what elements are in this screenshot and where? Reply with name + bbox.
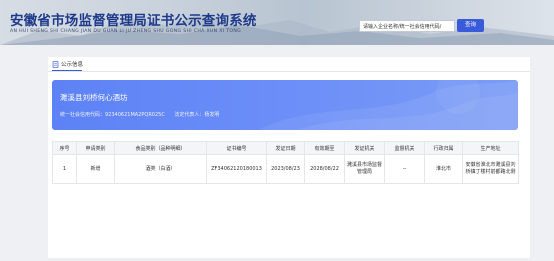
table-cell: 酒类（白酒） (114, 154, 207, 184)
table-cell: 濉溪县市场监督管理局 (344, 154, 385, 184)
table-cell: 2028/08/22 (304, 154, 345, 184)
site-title: 安徽省市场监督管理局证书公示查询系统 (10, 13, 257, 29)
tab-bar: 公示信息 (48, 57, 530, 72)
table-cell: 1 (52, 154, 77, 184)
certificate-table: 序号 申请类别 食品类别（品种明细） 证书编号 发证日期 有效期至 发证机关 监… (52, 141, 519, 184)
col-header: 行政归属 (424, 141, 463, 155)
search-button[interactable]: 查询 (457, 19, 484, 32)
header-banner: 安徽省市场监督管理局证书公示查询系统 AN HUI SHENG SHI CHAN… (0, 0, 554, 45)
banner-decoration (258, 80, 518, 130)
table-cell: 新增 (76, 154, 115, 184)
table-cell: 淮北市 (424, 154, 463, 184)
site-subtitle: AN HUI SHENG SHI CHANG JIAN DU GUAN LI J… (10, 29, 242, 34)
table-row: 1 新增 酒类（白酒） ZF34062120180013 2023/08/23 … (52, 154, 519, 184)
tab-active-indicator (52, 70, 82, 71)
credit-code: 统一社会信用代码：92340621MA2PQR025C (60, 112, 165, 118)
result-card: 公示信息 濉溪县刘桥何心酒坊 统一社会信用代码：92340621MA2PQR02… (48, 57, 530, 258)
tab-label: 公示信息 (61, 62, 84, 68)
company-info: 统一社会信用代码：92340621MA2PQR025C 法定代表人：杨发明 (60, 111, 227, 118)
company-name: 濉溪县刘桥何心酒坊 (60, 93, 128, 102)
col-header: 监督机关 (384, 141, 425, 155)
col-header: 序号 (52, 141, 77, 155)
table-cell: -- (384, 154, 425, 184)
col-header: 发证日期 (266, 141, 305, 155)
table-header-row: 序号 申请类别 食品类别（品种明细） 证书编号 发证日期 有效期至 发证机关 监… (52, 141, 519, 155)
table-cell: 安徽省淮北市濉溪县刘桥镇丁楼村前都路北侧 (462, 154, 519, 184)
col-header: 生产地址 (462, 141, 519, 155)
legal-representative: 法定代表人：杨发明 (174, 112, 220, 118)
table-cell: 2023/08/23 (266, 154, 305, 184)
col-header: 申请类别 (76, 141, 115, 155)
col-header: 食品类别（品种明细） (114, 141, 207, 155)
col-header: 有效期至 (304, 141, 345, 155)
doc-icon (52, 60, 59, 68)
table-cell: ZF34062120180013 (206, 154, 267, 184)
tab-public-info[interactable]: 公示信息 (52, 60, 83, 68)
company-banner: 濉溪县刘桥何心酒坊 统一社会信用代码：92340621MA2PQR025C 法定… (52, 80, 518, 130)
col-header: 发证机关 (344, 141, 385, 155)
col-header: 证书编号 (206, 141, 267, 155)
search-input[interactable]: 请输入企业名称/统一社会信用代码/ (359, 20, 455, 32)
